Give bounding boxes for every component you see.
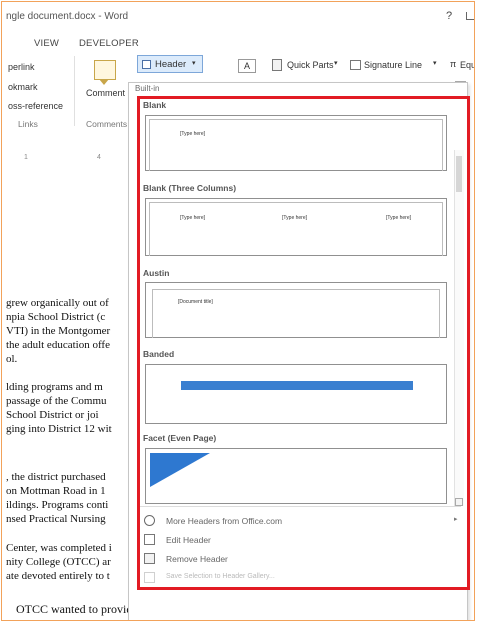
document-line: lding programs and m bbox=[6, 381, 103, 393]
document-line: nsed Practical Nursing bbox=[6, 513, 106, 525]
signature-chevron-icon: ▾ bbox=[433, 60, 437, 67]
hyperlink-button[interactable]: perlink bbox=[8, 62, 35, 72]
ribbon-divider bbox=[74, 56, 75, 126]
document-line: npia School District (c bbox=[6, 311, 106, 323]
document-line: ate devoted entirely to t bbox=[6, 570, 110, 582]
text-box-button[interactable]: A bbox=[238, 59, 256, 73]
signature-line-button[interactable]: Signature Line bbox=[364, 60, 422, 70]
ribbon-tabs: VIEW DEVELOPER bbox=[2, 32, 474, 54]
tab-developer[interactable]: DEVELOPER bbox=[79, 38, 139, 49]
document-line: VTI) in the Montgomer bbox=[6, 325, 111, 337]
signature-line-icon bbox=[350, 60, 361, 70]
links-group-label: Links bbox=[18, 119, 38, 129]
header-button[interactable]: Header ▾ bbox=[137, 55, 203, 73]
document-line: ol. bbox=[6, 353, 18, 365]
window-title: ngle document.docx - Word bbox=[6, 11, 129, 22]
pi-icon: π bbox=[450, 59, 457, 69]
header-button-label: Header bbox=[155, 59, 187, 70]
quick-parts-icon bbox=[272, 59, 282, 71]
ruler-mark: 1 bbox=[24, 154, 28, 161]
comment-icon[interactable] bbox=[94, 60, 116, 85]
document-line: on Mottman Road in 1 bbox=[6, 485, 106, 497]
chevron-down-icon: ▾ bbox=[192, 60, 196, 67]
comment-button[interactable]: Comment bbox=[86, 88, 125, 98]
equation-button[interactable]: Equ bbox=[460, 60, 474, 70]
quick-parts-button[interactable]: Quick Parts bbox=[287, 60, 334, 70]
help-button[interactable]: ? bbox=[446, 10, 452, 22]
highlight-box bbox=[137, 96, 470, 590]
restore-icon[interactable] bbox=[466, 7, 474, 21]
bookmark-button[interactable]: okmark bbox=[8, 82, 38, 92]
word-window: ngle document.docx - Word ? VIEW DEVELOP… bbox=[1, 1, 475, 621]
document-line: School District or joi bbox=[6, 409, 99, 421]
document-line: ildings. Programs conti bbox=[6, 499, 109, 511]
comments-group-label: Comments bbox=[86, 119, 128, 129]
document-line: , the district purchased bbox=[6, 471, 106, 483]
gallery-section-title: Built-in bbox=[135, 84, 160, 93]
title-bar: ngle document.docx - Word ? bbox=[2, 2, 474, 32]
document-line: Center, was completed i bbox=[6, 542, 112, 554]
document-line: ging into District 12 wit bbox=[6, 423, 112, 435]
quick-parts-chevron-icon: ▾ bbox=[334, 60, 338, 67]
document-line: grew organically out of bbox=[6, 297, 109, 309]
document-line: passage of the Commu bbox=[6, 395, 107, 407]
ruler-mark: 4 bbox=[97, 154, 101, 161]
header-icon bbox=[142, 60, 151, 69]
document-line: the adult education offe bbox=[6, 339, 110, 351]
cross-reference-button[interactable]: oss-reference bbox=[8, 101, 63, 111]
document-line: nity College (OTCC) ar bbox=[6, 556, 111, 568]
tab-view[interactable]: VIEW bbox=[34, 38, 59, 49]
